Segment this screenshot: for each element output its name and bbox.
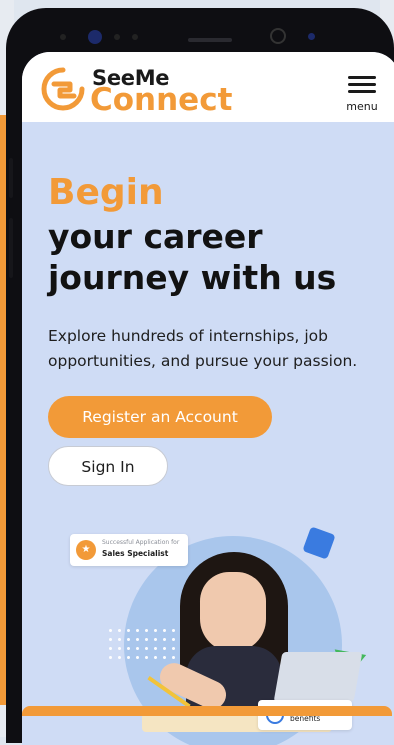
laptop-icon [273,652,363,702]
application-card: ★ Successful Application for Sales Speci… [70,534,188,566]
phone-camera [270,28,286,44]
menu-label: menu [346,100,378,113]
award-icon: ★ [76,540,96,560]
phone-sensor [132,34,138,40]
hamburger-icon [348,76,376,79]
dot-pattern [106,626,176,660]
hero-highlight: Begin [48,172,164,213]
application-caption: Successful Application for [102,539,180,546]
hero-title: your career journey with us [48,217,337,297]
hamburger-icon [348,90,376,93]
hero-subtitle: Explore hundreds of internships, job opp… [48,327,358,370]
app-screen: SeeMe Connect menu Begin your career jou… [22,52,394,745]
phone-speaker [188,38,232,42]
phone-sensor [114,34,120,40]
phone-frame: SeeMe Connect menu Begin your career jou… [6,8,394,745]
hamburger-icon [348,83,376,86]
register-button[interactable]: Register an Account [48,396,272,438]
application-role: Sales Specialist [102,549,169,558]
phone-side-button [9,218,13,278]
footer-strip [22,706,392,716]
decor-square-icon [302,526,336,560]
menu-button[interactable]: menu [342,74,382,114]
person-face [200,572,266,652]
phone-sensor [60,34,66,40]
phone-sensor [308,33,315,40]
brand-name-bottom[interactable]: Connect [90,82,232,118]
top-navbar: SeeMe Connect menu [22,52,394,122]
phone-side-button [9,158,13,198]
phone-camera [88,30,102,44]
sign-in-button[interactable]: Sign In [48,446,168,486]
seeme-logo-icon[interactable] [40,66,86,112]
